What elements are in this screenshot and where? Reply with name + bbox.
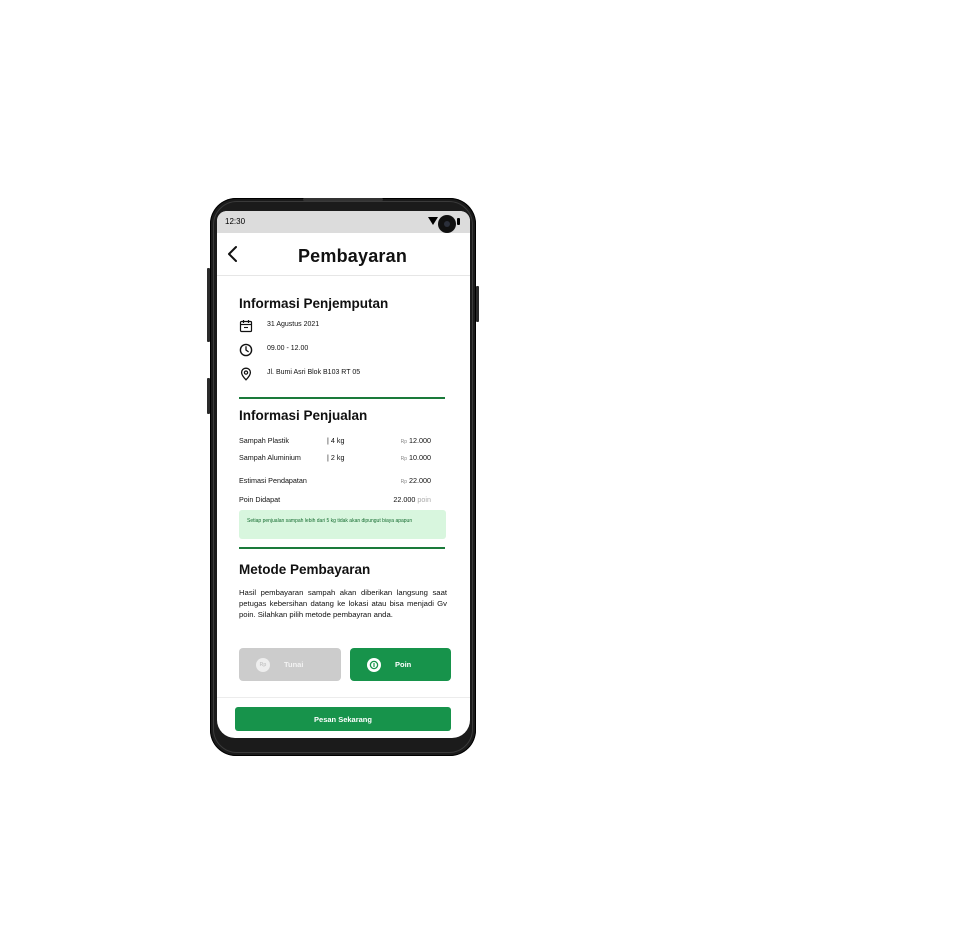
sale-item-row: Sampah Aluminium | 2 kg Rp 10.000 (239, 453, 431, 463)
status-time: 12:30 (225, 217, 246, 226)
points-label: Poin Didapat (239, 495, 281, 504)
points-unit: poin (417, 495, 431, 504)
sale-item-price-wrap: Rp 12.000 (401, 436, 431, 445)
phone-screen: 12:30 Pembayaran Informasi Penjemputan 3… (217, 211, 470, 738)
order-now-button[interactable]: Pesan Sekarang (235, 707, 451, 731)
sale-item-price-wrap: Rp 10.000 (401, 453, 431, 462)
sale-item-price: 12.000 (409, 436, 431, 445)
clock-icon (239, 343, 253, 357)
pickup-section-title: Informasi Penjemputan (239, 296, 389, 311)
pickup-date: 31 Agustus 2021 (267, 321, 320, 328)
pickup-date-row: 31 Agustus 2021 (239, 318, 319, 334)
payment-option-label: Tunai (284, 660, 304, 669)
payment-option-label: Poin (395, 660, 412, 669)
sale-item-price: 10.000 (409, 453, 431, 462)
app-header: Pembayaran (217, 233, 470, 276)
sale-item-qty: | 4 kg (327, 436, 345, 445)
page-title: Pembayaran (297, 246, 408, 266)
pickup-time: 09.00 - 12.00 (267, 345, 309, 352)
power-button (476, 286, 479, 322)
estimate-value: 22.000 (409, 476, 431, 485)
location-pin-icon (240, 367, 252, 381)
sale-item-name: Sampah Aluminium (239, 453, 301, 462)
currency-label: Rp (400, 439, 408, 445)
wifi-icon (428, 217, 438, 225)
coin-icon (367, 657, 381, 672)
cash-icon: Rp (256, 657, 270, 672)
estimate-value-wrap: Rp 22.000 (401, 476, 431, 485)
section-divider (239, 547, 445, 549)
payment-description: Hasil pembayaran sampah akan diberikan l… (239, 588, 447, 620)
payment-option-poin[interactable]: Poin (350, 648, 451, 681)
calendar-icon (239, 320, 253, 333)
status-bar: 12:30 (217, 211, 470, 233)
sale-item-qty: | 2 kg (327, 453, 345, 462)
battery-icon (457, 218, 460, 225)
section-divider (239, 397, 445, 399)
points-value: 22.000 (393, 495, 416, 504)
payment-section-title: Metode Pembayaran (239, 562, 371, 577)
coin-glyph-icon (369, 660, 379, 669)
info-notice: Setiap penjualan sampah lebih dari 5 kg … (239, 510, 446, 539)
pickup-address-row: Jl. Bumi Asri Blok B103 RT 05 (239, 366, 360, 382)
payment-option-tunai[interactable]: Rp Tunai (239, 648, 341, 681)
points-value-wrap: 22.000 poin (393, 495, 431, 504)
footer-divider (217, 697, 470, 698)
currency-label: Rp (400, 479, 408, 485)
front-camera-icon (438, 215, 456, 233)
sales-section-title: Informasi Penjualan (239, 408, 368, 423)
estimate-row: Estimasi Pendapatan Rp 22.000 (239, 476, 431, 486)
pickup-address: Jl. Bumi Asri Blok B103 RT 05 (267, 369, 361, 376)
currency-label: Rp (400, 456, 408, 462)
points-row: Poin Didapat 22.000 poin (239, 495, 431, 505)
estimate-label: Estimasi Pendapatan (239, 476, 307, 485)
pickup-time-row: 09.00 - 12.00 (239, 342, 308, 358)
sale-item-name: Sampah Plastik (239, 436, 289, 445)
sale-item-row: Sampah Plastik | 4 kg Rp 12.000 (239, 436, 431, 446)
phone-speaker (303, 198, 383, 201)
